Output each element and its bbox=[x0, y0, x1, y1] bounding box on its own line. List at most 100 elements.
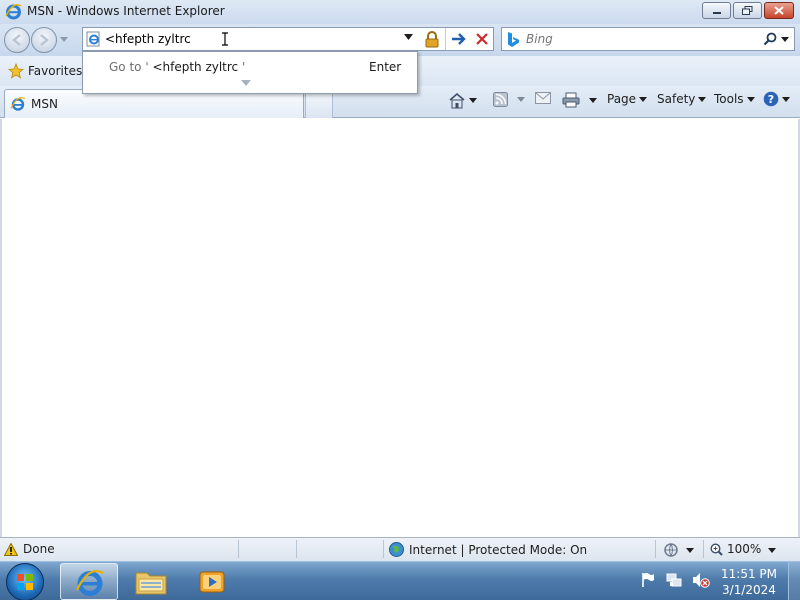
protected-mode-icon[interactable] bbox=[663, 542, 679, 557]
rss-feed-icon bbox=[493, 92, 508, 107]
security-zone[interactable]: Internet | Protected Mode: On bbox=[389, 542, 587, 557]
tools-chevron-icon bbox=[746, 96, 755, 102]
window-controls bbox=[702, 2, 794, 19]
home-button[interactable] bbox=[448, 92, 477, 109]
system-tray bbox=[640, 572, 710, 588]
back-arrow-icon bbox=[12, 34, 21, 46]
tools-menu-button[interactable]: Tools bbox=[714, 92, 755, 106]
zone-text: Internet | Protected Mode: On bbox=[409, 542, 588, 557]
protected-mode-chevron-icon[interactable] bbox=[686, 548, 694, 553]
address-dropdown-chevron-icon[interactable] bbox=[404, 34, 413, 40]
goto-query: <hfepth zyltrc bbox=[148, 60, 242, 74]
page-menu-label: Page bbox=[607, 92, 637, 106]
print-chevron-icon bbox=[589, 97, 597, 103]
favorites-button[interactable]: Favorites bbox=[8, 63, 82, 79]
goto-suffix: ' bbox=[241, 60, 246, 74]
restore-icon bbox=[742, 6, 753, 15]
autocomplete-goto-item[interactable]: Go to ' <hfepth zyltrc ' bbox=[109, 60, 245, 74]
enter-hint: Enter bbox=[369, 60, 402, 74]
minimize-button[interactable] bbox=[702, 2, 731, 19]
stop-x-icon[interactable] bbox=[475, 32, 489, 46]
zoom-magnifier-icon bbox=[710, 542, 723, 556]
zoom-control[interactable]: 100% bbox=[710, 542, 761, 556]
page-menu-button[interactable]: Page bbox=[607, 92, 648, 106]
ie-page-icon bbox=[86, 31, 100, 47]
page-content-area[interactable] bbox=[0, 119, 800, 537]
address-separator bbox=[445, 28, 446, 50]
bing-logo-icon bbox=[508, 32, 519, 47]
back-button[interactable] bbox=[4, 27, 30, 53]
help-icon: ? bbox=[763, 91, 779, 107]
taskbar: 11:51 PM 3/1/2024 bbox=[0, 561, 800, 600]
address-autocomplete-dropdown: Go to ' <hfepth zyltrc ' Enter bbox=[82, 51, 418, 94]
title-bar: MSN - Windows Internet Explorer bbox=[0, 0, 800, 24]
volume-muted-icon[interactable] bbox=[692, 572, 710, 588]
status-text: Done bbox=[23, 542, 55, 556]
media-player-icon bbox=[199, 571, 225, 593]
goto-prefix: Go to ' bbox=[109, 60, 149, 74]
close-icon bbox=[774, 6, 784, 15]
clock-time: 11:51 PM bbox=[721, 567, 777, 581]
status-divider bbox=[238, 540, 239, 558]
safety-menu-button[interactable]: Safety bbox=[657, 92, 707, 106]
expand-chevron-icon[interactable] bbox=[241, 80, 251, 86]
address-bar[interactable] bbox=[82, 27, 494, 51]
home-icon bbox=[449, 92, 465, 109]
padlock-icon[interactable] bbox=[424, 31, 440, 48]
status-divider bbox=[703, 540, 704, 558]
new-tab-button[interactable] bbox=[305, 92, 333, 118]
ie-logo-icon bbox=[76, 569, 104, 596]
safety-chevron-icon bbox=[698, 96, 707, 102]
text-cursor-icon bbox=[222, 32, 228, 46]
page-chevron-icon bbox=[639, 96, 648, 102]
go-arrow-icon[interactable] bbox=[450, 31, 468, 47]
search-options-chevron-icon[interactable] bbox=[781, 37, 789, 42]
folder-icon bbox=[135, 572, 167, 595]
magnifier-icon[interactable] bbox=[763, 32, 777, 46]
status-divider bbox=[383, 540, 384, 558]
show-desktop-button[interactable] bbox=[788, 562, 800, 600]
safety-menu-label: Safety bbox=[657, 92, 696, 106]
taskbar-ie-button[interactable] bbox=[60, 563, 118, 600]
warning-icon bbox=[4, 542, 18, 556]
tab-title: MSN bbox=[31, 97, 58, 111]
address-input[interactable] bbox=[105, 30, 395, 48]
star-icon bbox=[8, 63, 24, 79]
taskbar-explorer-button[interactable] bbox=[122, 563, 180, 600]
action-center-flag-icon[interactable] bbox=[640, 572, 656, 588]
ie-logo-icon bbox=[5, 4, 22, 20]
favorites-label: Favorites bbox=[28, 64, 83, 78]
search-input[interactable] bbox=[526, 30, 756, 48]
forward-button[interactable] bbox=[31, 27, 57, 53]
home-chevron-icon bbox=[469, 98, 477, 103]
zoom-level: 100% bbox=[727, 542, 762, 556]
print-button[interactable] bbox=[562, 92, 597, 108]
help-menu-button[interactable]: ? bbox=[763, 91, 790, 107]
feeds-chevron-icon bbox=[517, 97, 525, 102]
mail-icon bbox=[535, 92, 551, 104]
minimize-icon bbox=[712, 11, 721, 14]
start-button[interactable] bbox=[6, 563, 44, 600]
forward-arrow-icon bbox=[40, 34, 49, 46]
printer-icon bbox=[562, 92, 580, 108]
tools-menu-label: Tools bbox=[714, 92, 744, 106]
window-title: MSN - Windows Internet Explorer bbox=[27, 4, 225, 18]
svg-text:?: ? bbox=[768, 93, 774, 106]
ie-page-icon bbox=[10, 97, 26, 111]
restore-button[interactable] bbox=[733, 2, 762, 19]
search-box[interactable] bbox=[501, 27, 795, 51]
taskbar-media-player-button[interactable] bbox=[184, 563, 242, 600]
status-divider bbox=[296, 540, 297, 558]
read-mail-button[interactable] bbox=[535, 92, 551, 104]
system-clock[interactable]: 11:51 PM 3/1/2024 bbox=[718, 566, 780, 598]
close-button[interactable] bbox=[764, 2, 794, 19]
network-icon[interactable] bbox=[666, 572, 682, 588]
status-bar: Done Internet | Protected Mode: On 100% bbox=[0, 537, 800, 561]
help-chevron-icon bbox=[782, 96, 790, 102]
zoom-chevron-icon[interactable] bbox=[768, 548, 776, 553]
status-divider bbox=[655, 540, 656, 558]
page-status: Done bbox=[4, 542, 55, 556]
recent-pages-chevron-icon[interactable] bbox=[60, 37, 68, 42]
windows-logo-icon bbox=[17, 574, 33, 590]
feeds-button[interactable] bbox=[493, 92, 525, 107]
